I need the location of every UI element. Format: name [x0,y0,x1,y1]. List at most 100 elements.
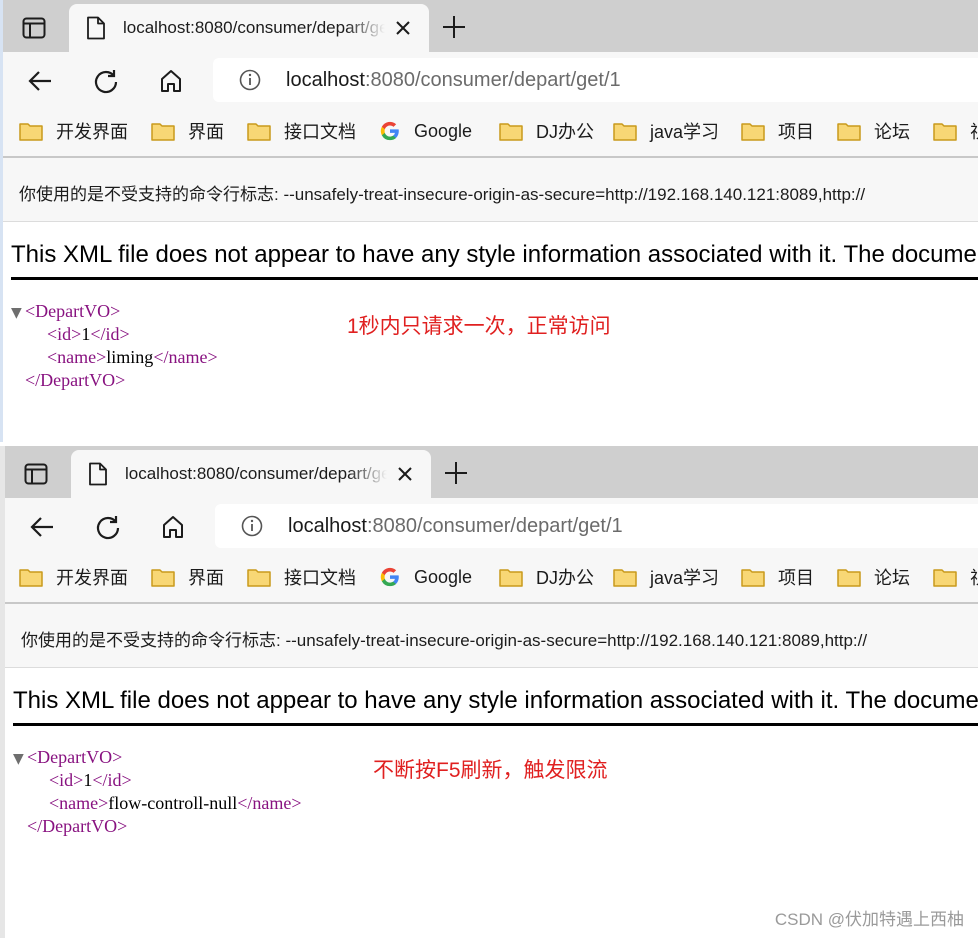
tab-title: localhost:8080/consumer/depart/get/1 [123,18,385,37]
tab-actions-icon [24,463,48,485]
bookmark-item[interactable]: 界面 [151,118,224,144]
xml-value: 1 [81,324,91,344]
reload-icon [94,70,118,94]
url-path: :8080/consumer/depart/get/1 [366,515,623,537]
bookmark-item[interactable]: 接口文档 [247,118,356,144]
xml-tree: ▼ <DepartVO> <id>1</id> <name>flow-contro… [13,746,302,838]
bookmark-item[interactable]: Google [379,564,472,590]
tab-strip: localhost:8080/consumer/depart/get/1 [5,446,978,498]
xml-tag: </name> [237,793,302,813]
unsupported-flag-infobar: 你使用的是不受支持的命令行标志: --unsafely-treat-insecu… [5,602,978,668]
home-icon [163,516,183,538]
folder-icon [837,123,861,141]
folder-icon [741,123,765,141]
folder-icon [151,569,175,587]
bookmark-item[interactable]: java学习 [613,564,719,590]
xml-value: 1 [83,770,93,790]
address-bar[interactable]: localhost:8080/consumer/depart/get/1 [213,58,978,102]
unsupported-flag-infobar: 你使用的是不受支持的命令行标志: --unsafely-treat-insecu… [3,156,978,222]
collapse-triangle-icon[interactable]: ▼ [11,302,25,325]
bookmark-label: DJ办公 [536,122,594,142]
bookmark-item[interactable]: java学习 [613,118,719,144]
google-icon [380,121,399,141]
annotation-text: 不断按F5刷新，触发限流 [373,759,608,782]
bookmark-item[interactable]: DJ办公 [499,118,594,144]
bookmark-item[interactable]: 项目 [741,118,814,144]
back-button[interactable] [25,510,59,544]
close-tab-icon[interactable] [395,464,415,484]
new-tab-icon[interactable] [441,458,471,488]
reload-button[interactable] [91,510,125,544]
xml-tag: </DepartVO> [25,370,126,390]
xml-tag: <id> [47,324,82,344]
bookmark-item[interactable]: 界面 [151,564,224,590]
xml-id-line: <id>1</id> [11,323,218,346]
tab-actions-button[interactable] [15,456,57,492]
bookmark-label: 视 [970,564,978,590]
bookmark-label: 接口文档 [284,122,356,142]
bookmark-label: 界面 [188,568,224,588]
bookmark-item[interactable]: 接口文档 [247,564,356,590]
back-arrow-icon [28,71,51,91]
google-icon [380,567,399,587]
url-text[interactable]: localhost:8080/consumer/depart/get/1 [288,514,623,538]
bookmark-item[interactable]: DJ办公 [499,564,594,590]
xml-tag: <name> [49,793,109,813]
active-tab[interactable]: localhost:8080/consumer/depart/get/1 [69,4,429,52]
folder-icon [741,569,765,587]
folder-icon [247,123,271,141]
bookmark-item[interactable]: 视 [933,564,978,590]
infobar-message: 你使用的是不受支持的命令行标志: --unsafely-treat-insecu… [19,185,866,204]
bookmark-label: 论坛 [874,568,910,588]
back-button[interactable] [23,64,57,98]
xml-root-open-line: ▼ <DepartVO> [11,300,218,323]
folder-icon [19,123,43,141]
back-arrow-icon [30,517,53,537]
xml-value: flow-controll-null [108,793,238,813]
folder-icon [613,123,637,141]
bookmark-label: Google [414,120,473,141]
bookmark-item[interactable]: 开发界面 [19,118,128,144]
toolbar: localhost:8080/consumer/depart/get/1 [5,498,978,554]
home-button[interactable] [154,64,188,98]
close-tab-icon[interactable] [393,18,413,38]
bookmark-label: 项目 [778,122,814,142]
bookmark-item[interactable]: 视 [933,118,978,144]
bookmark-item[interactable]: 论坛 [837,564,910,590]
xml-root-close-line: </DepartVO> [11,369,218,392]
url-host: localhost [286,69,365,91]
xml-tag: <DepartVO> [25,301,121,321]
xml-tag: </name> [153,347,218,367]
url-text[interactable]: localhost:8080/consumer/depart/get/1 [286,68,621,92]
collapse-triangle-icon[interactable]: ▼ [13,748,27,771]
bookmark-item[interactable]: Google [379,118,472,144]
xml-style-notice: This XML file does not appear to have an… [11,238,978,280]
tab-actions-button[interactable] [13,10,55,46]
bookmark-item[interactable]: 开发界面 [19,564,128,590]
reload-button[interactable] [89,64,123,98]
xml-tag: <DepartVO> [27,747,123,767]
xml-root-open-line: ▼ <DepartVO> [13,746,302,769]
bookmark-label: 项目 [778,568,814,588]
site-info-icon[interactable] [241,515,263,537]
xml-root-close-line: </DepartVO> [13,815,302,838]
new-tab-icon[interactable] [439,12,469,42]
active-tab[interactable]: localhost:8080/consumer/depart/get/1 [71,450,431,498]
home-button[interactable] [156,510,190,544]
bookmark-label: java学习 [650,122,720,142]
bookmarks-bar: 开发界面 界面 接口文档 Google DJ办公 java学习 项目 论坛 [3,108,978,156]
bookmark-item[interactable]: 论坛 [837,118,910,144]
bookmark-label: 论坛 [874,122,910,142]
folder-icon [499,569,523,587]
address-bar[interactable]: localhost:8080/consumer/depart/get/1 [215,504,978,548]
xml-tag: <id> [49,770,84,790]
tab-actions-icon [22,17,46,39]
tab-strip: localhost:8080/consumer/depart/get/1 [3,0,978,52]
annotation-text: 1秒内只请求一次，正常访问 [347,315,611,338]
browser-window-2: localhost:8080/consumer/depart/get/1 loc… [0,446,978,938]
xml-id-line: <id>1</id> [13,769,302,792]
xml-name-line: <name>liming</name> [11,346,218,369]
bookmark-item[interactable]: 项目 [741,564,814,590]
url-path: :8080/consumer/depart/get/1 [364,69,621,91]
site-info-icon[interactable] [239,69,261,91]
